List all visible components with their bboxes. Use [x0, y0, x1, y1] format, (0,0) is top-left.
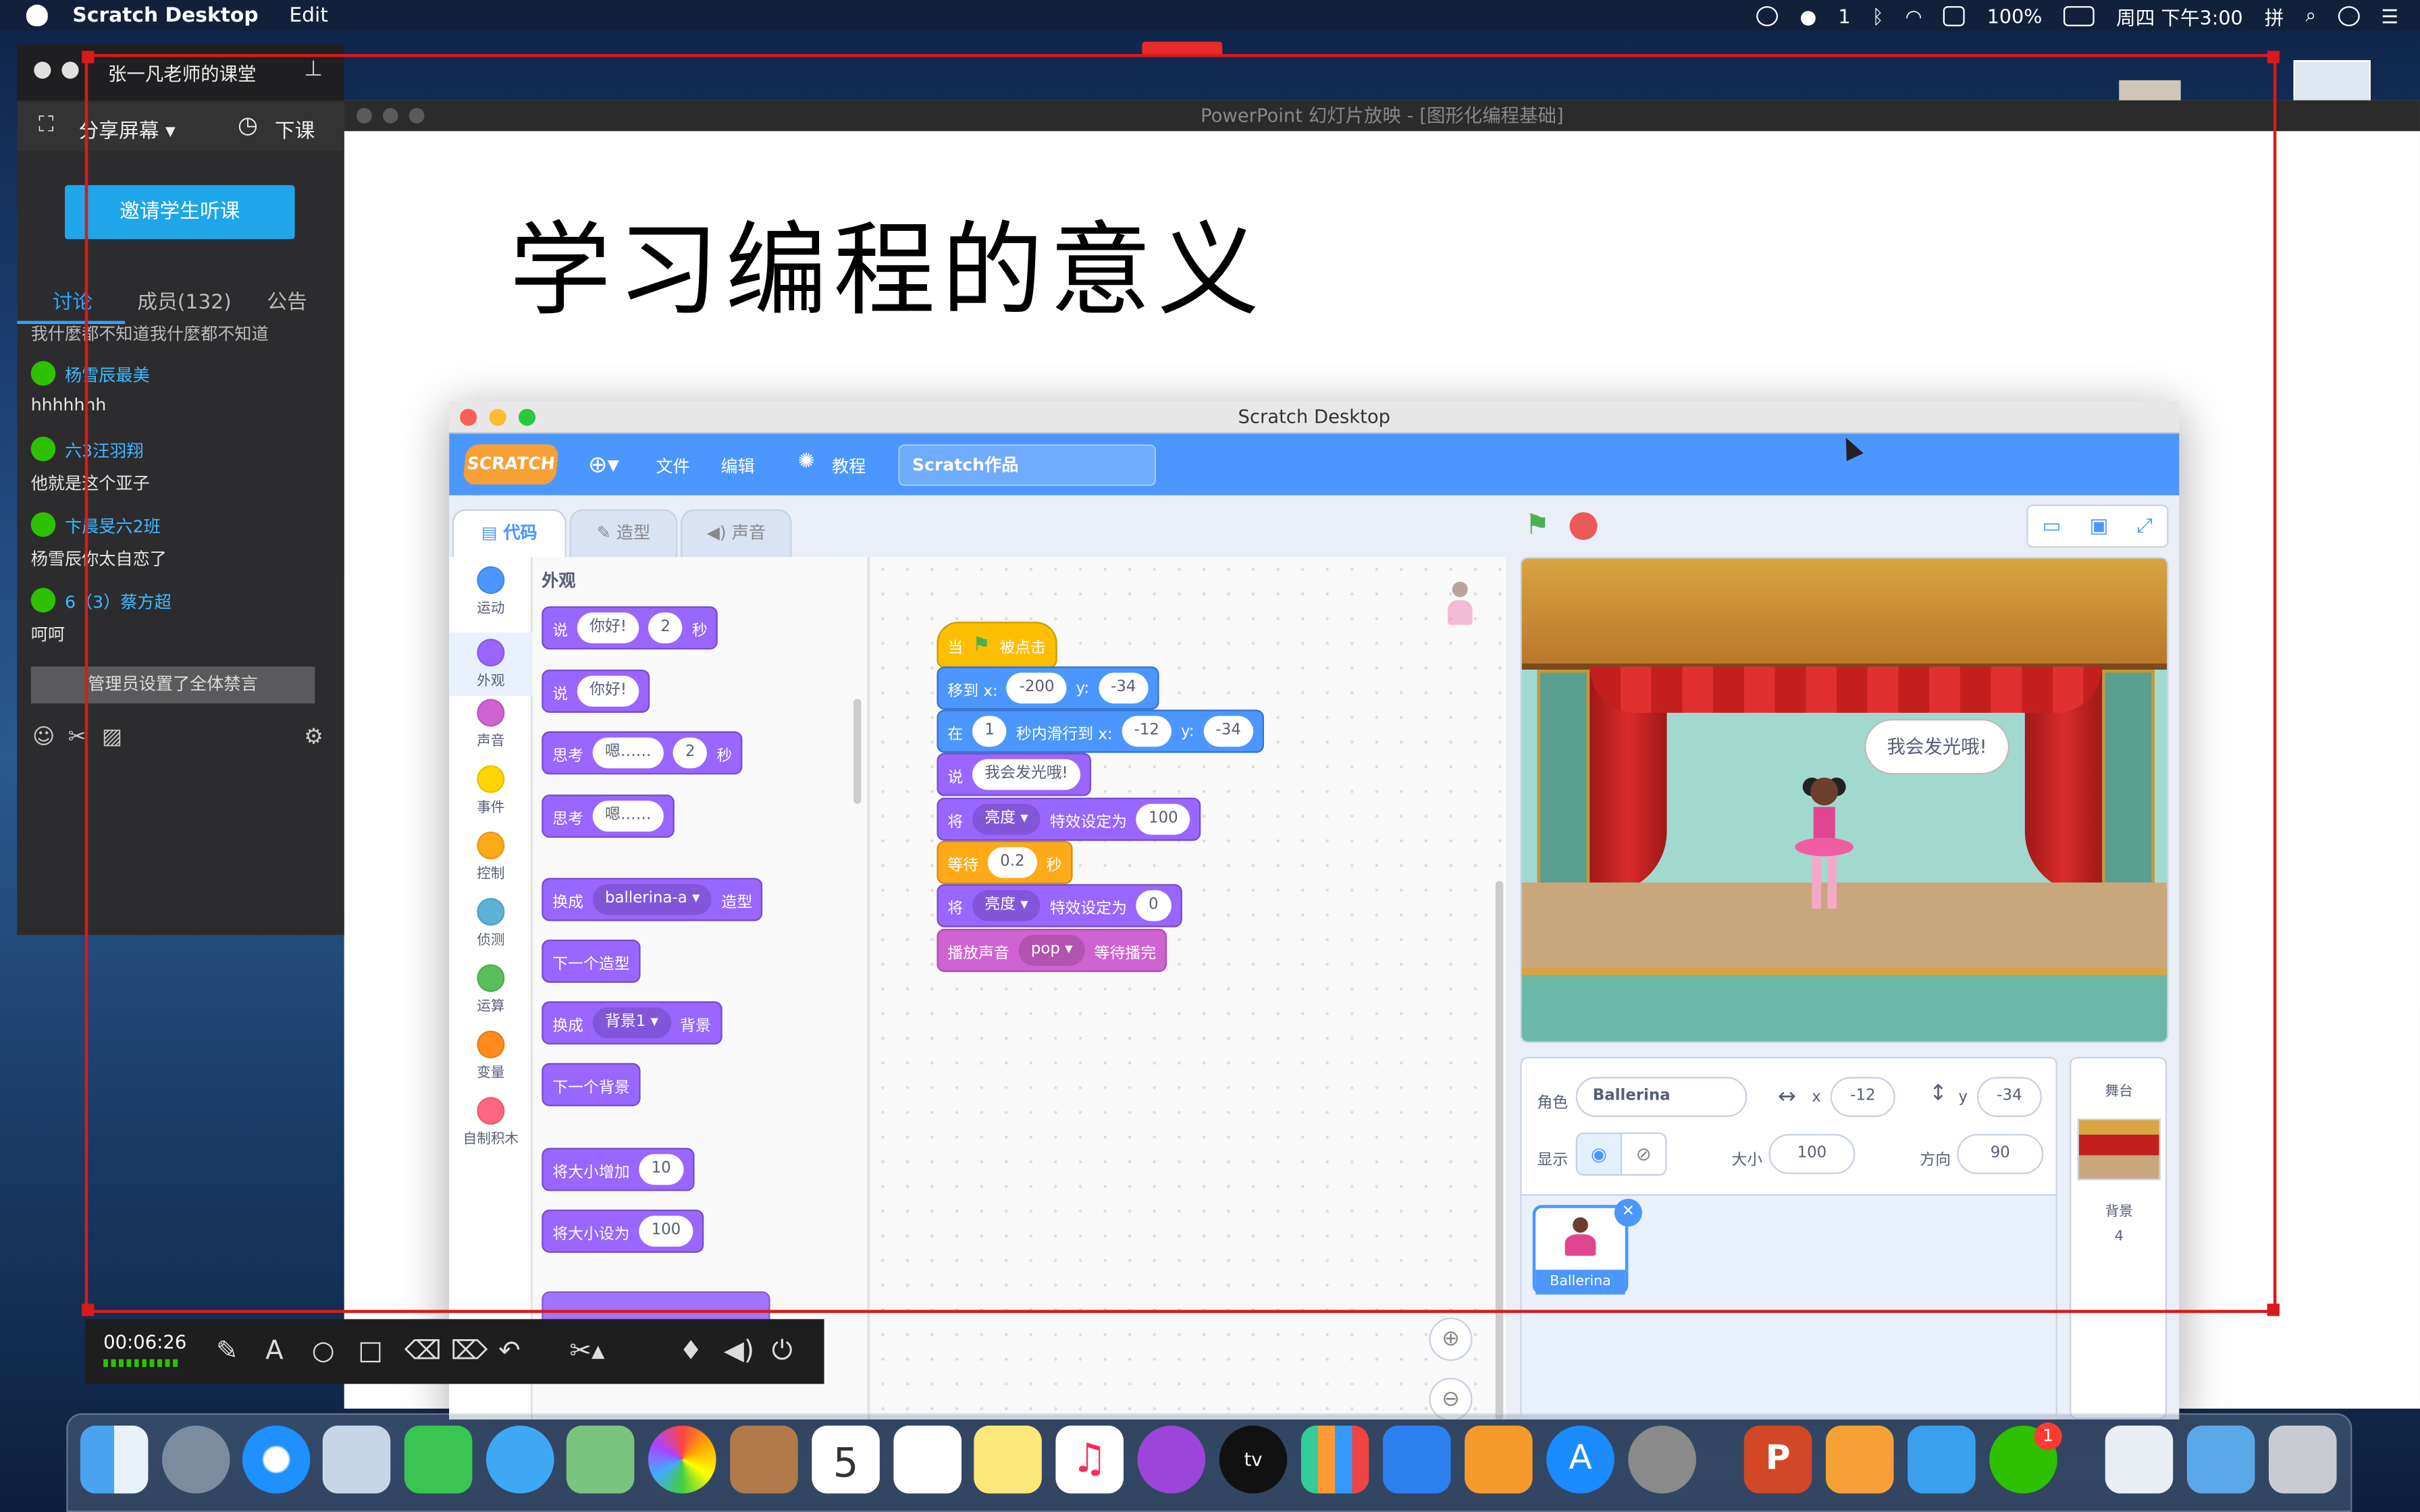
trash-dock-icon[interactable] — [2268, 1425, 2337, 1494]
photos-icon[interactable] — [648, 1425, 716, 1494]
system-preferences-icon[interactable] — [1628, 1425, 1696, 1494]
input-method-icon[interactable]: 拼 — [2265, 1, 2284, 30]
wechat-badge: 1 — [2034, 1422, 2062, 1451]
frame-corner-handle[interactable] — [2267, 1303, 2280, 1316]
undo-icon[interactable]: ↶ — [498, 1336, 521, 1367]
wechat-status-icon[interactable]: ● — [1799, 4, 1816, 27]
scissors-icon[interactable]: ✂ — [68, 725, 86, 750]
messages-icon[interactable] — [485, 1425, 554, 1494]
battery-icon — [2063, 5, 2095, 26]
pen-icon[interactable]: ✎ — [216, 1336, 238, 1367]
battery-percent[interactable]: 100% — [1987, 4, 2043, 27]
contacts-icon[interactable] — [730, 1425, 798, 1494]
zoom-in-icon[interactable]: ⊕ — [1429, 1317, 1473, 1361]
apple-icon[interactable] — [26, 4, 48, 26]
bluetooth-icon[interactable]: ᛒ — [1872, 4, 1884, 27]
recording-timer: 00:06:26 — [103, 1331, 187, 1353]
macos-menubar: Scratch Desktop Edit ● 1 ᛒ ◠ 100% 周四 下午3:… — [0, 0, 2420, 31]
calendar-icon[interactable]: 5 — [812, 1425, 880, 1494]
keynote-icon[interactable] — [1382, 1425, 1451, 1494]
powerpoint-icon[interactable]: P — [1743, 1425, 1812, 1494]
status-area: ● 1 ᛒ ◠ 100% 周四 下午3:00 拼 ⌕ ☰ — [1756, 0, 2398, 31]
eraser-icon[interactable]: ⌫ — [404, 1336, 442, 1367]
share-screen-icon[interactable]: ⛶ — [38, 113, 53, 138]
frame-corner-handle[interactable] — [2267, 51, 2280, 63]
maps-icon[interactable] — [566, 1425, 635, 1494]
wechat-avatar-icon — [30, 587, 56, 613]
desktop-screenshot-thumbnail[interactable] — [2293, 60, 2371, 102]
microphone-icon[interactable]: ♦ — [679, 1336, 703, 1367]
recording-frame[interactable] — [82, 51, 2280, 1316]
wechat-avatar-icon — [30, 436, 56, 462]
wifi-icon[interactable]: ◠ — [1905, 4, 1922, 27]
music-icon[interactable]: ♫ — [1055, 1425, 1124, 1494]
frame-corner-handle[interactable] — [82, 1303, 95, 1316]
safari-icon[interactable] — [242, 1425, 311, 1494]
record-status-icon[interactable] — [1756, 5, 1779, 26]
notification-center-icon[interactable]: ☰ — [2381, 4, 2398, 27]
trash-icon[interactable]: ⌦ — [450, 1336, 488, 1367]
reminders-icon[interactable] — [893, 1425, 962, 1494]
app-name-menu[interactable]: Scratch Desktop — [72, 4, 258, 27]
display-icon[interactable] — [1943, 5, 1966, 26]
notes-label[interactable]: 读书笔记 — [2296, 1347, 2365, 1372]
recording-toolbar: 00:06:26 ✎ A ○ □ ⌫ ⌦ ↶ ✂▴ ♦ ◀) ⏻ — [84, 1319, 824, 1384]
launchpad-icon[interactable] — [161, 1425, 230, 1494]
circle-icon[interactable]: ○ — [312, 1336, 335, 1367]
tv-icon[interactable]: tv — [1219, 1425, 1288, 1494]
pages-icon[interactable] — [1465, 1425, 1533, 1494]
wechat-avatar-icon — [30, 360, 56, 386]
audio-level-meter — [103, 1359, 181, 1368]
media-player-icon[interactable] — [2105, 1425, 2174, 1494]
podcasts-icon[interactable] — [1137, 1425, 1206, 1494]
appstore-icon[interactable]: A — [1546, 1425, 1614, 1494]
rectangle-icon[interactable]: □ — [358, 1336, 383, 1367]
text-icon[interactable]: A — [265, 1336, 284, 1367]
min-dot[interactable] — [61, 61, 79, 79]
volume-icon[interactable]: ◀) — [724, 1336, 754, 1367]
numbers-icon[interactable] — [1300, 1425, 1369, 1494]
power-icon[interactable]: ⏻ — [772, 1336, 793, 1367]
edit-menu[interactable]: Edit — [289, 4, 328, 27]
chat-message: 呵呵 — [30, 624, 65, 645]
spotlight-icon[interactable]: ⌕ — [2305, 3, 2316, 28]
siri-icon[interactable] — [2338, 5, 2360, 26]
finder-icon[interactable] — [80, 1425, 149, 1494]
facetime-icon[interactable] — [404, 1425, 473, 1494]
wechat-avatar-icon — [30, 512, 56, 537]
folder-icon[interactable] — [2186, 1425, 2255, 1494]
close-dot[interactable] — [34, 61, 51, 79]
wechat-count: 1 — [1838, 3, 1851, 27]
preview-icon[interactable] — [322, 1425, 391, 1494]
scratch-icon[interactable] — [1825, 1425, 1894, 1494]
frame-corner-handle[interactable] — [82, 51, 95, 63]
scissors-menu-icon[interactable]: ✂▴ — [569, 1336, 604, 1367]
emoji-icon[interactable]: ☺ — [32, 725, 55, 750]
classroom-app-icon[interactable] — [1908, 1425, 1976, 1494]
notes-icon[interactable] — [974, 1425, 1042, 1494]
clock[interactable]: 周四 下午3:00 — [2116, 1, 2243, 30]
